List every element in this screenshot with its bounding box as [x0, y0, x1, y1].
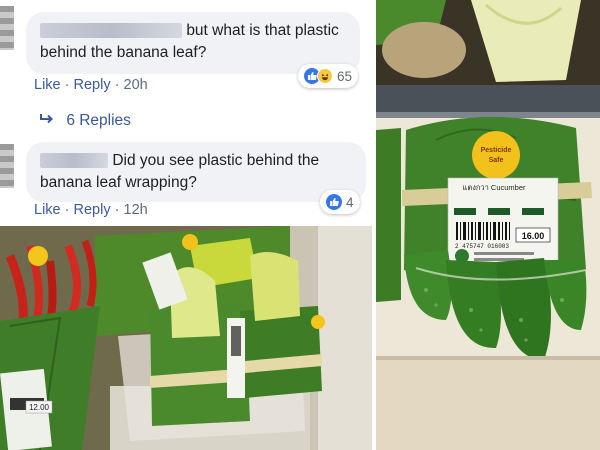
separator: · [64, 77, 70, 93]
reply-arrow-icon [40, 112, 62, 130]
separator: · [114, 77, 120, 93]
like-link[interactable]: Like [34, 202, 61, 218]
pesticide-sticker-line1: Pesticide [481, 147, 512, 154]
reply-link[interactable]: Reply [74, 202, 111, 218]
timestamp[interactable]: 20h [124, 77, 148, 93]
view-replies-link[interactable]: 6 Replies [40, 112, 131, 130]
pesticide-sticker-line2: Safe [489, 157, 504, 164]
avatar[interactable] [0, 144, 14, 188]
barcode-number: 2 475747 016003 [455, 243, 509, 250]
blurred-username[interactable] [40, 23, 182, 39]
comment-actions: Like · Reply · 12h [34, 202, 148, 218]
product-label-title: แตงกวา Cucumber [462, 183, 526, 192]
replies-count-label: 6 Replies [66, 112, 131, 129]
timestamp[interactable]: 12h [124, 202, 148, 218]
like-reaction-icon [326, 194, 342, 210]
like-link[interactable]: Like [34, 77, 61, 93]
price-label-left: 12.00 [29, 403, 50, 412]
reply-link[interactable]: Reply [74, 77, 111, 93]
comment-text-line2: behind the banana leaf? [40, 44, 207, 61]
comment-1: but what is that plastic behind the bana… [0, 0, 372, 129]
reaction-badge[interactable]: 65 [298, 64, 359, 88]
comment-2: Did you see plastic behind the banana le… [0, 138, 372, 228]
reaction-badge[interactable]: 4 [320, 190, 360, 214]
haha-reaction-icon [317, 68, 333, 84]
reaction-count: 65 [337, 68, 353, 84]
produce-photo-right[interactable]: Pesticide Safe แตงกวา Cucumber 2 475747 … [376, 0, 600, 450]
reaction-count: 4 [346, 194, 354, 210]
comment-text-line2: banana leaf wrapping? [40, 174, 197, 191]
left-panel: but what is that plastic behind the bana… [0, 0, 372, 450]
separator: · [114, 202, 120, 218]
comment-bubble: Did you see plastic behind the banana le… [26, 142, 366, 202]
blurred-username[interactable] [40, 153, 108, 169]
avatar[interactable] [0, 6, 14, 50]
price-label: 16.00 [522, 231, 545, 241]
separator: · [64, 202, 70, 218]
produce-photo-left[interactable]: 12.00 [0, 226, 372, 450]
comment-text-line1: Did you see plastic behind the [112, 152, 320, 169]
comment-actions: Like · Reply · 20h [34, 77, 148, 93]
comment-text-line1: but what is that plastic [186, 22, 339, 39]
